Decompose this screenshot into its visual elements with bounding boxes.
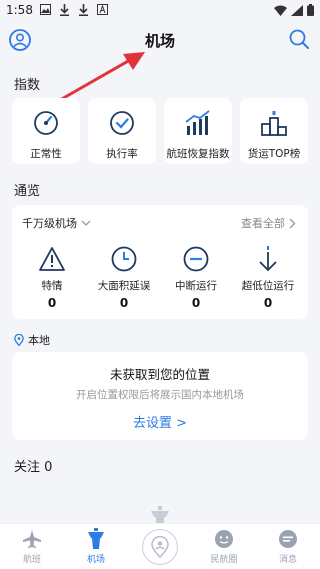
tower-icon — [88, 528, 104, 549]
index-card-label: 货运TOP榜 — [247, 148, 301, 160]
airport-filter-dropdown[interactable]: 千万级机场 — [22, 215, 91, 231]
gauge-icon — [34, 111, 58, 135]
bottom-nav: 航班 机场 民航圈 消息 — [0, 523, 320, 569]
view-all-label: 查看全部 — [241, 217, 285, 230]
index-card-label: 航班恢复指数 — [166, 148, 230, 160]
overview-card: 千万级机场 查看全部 特情 0 大面积延误 0 中断运行 0 超低位运行 0 — [12, 205, 308, 319]
minus-circle-icon — [183, 246, 209, 272]
overview-item-value: 0 — [47, 296, 57, 310]
overview-item-value: 0 — [263, 296, 273, 310]
download-icon — [60, 4, 69, 16]
app-a-icon — [97, 4, 108, 15]
local-section-label: 本地 — [14, 332, 50, 348]
wifi-icon — [274, 5, 287, 16]
local-label-text: 本地 — [28, 334, 50, 347]
status-time: 1:58 — [6, 3, 33, 17]
index-card-label: 执行率 — [106, 148, 138, 160]
index-card-label: 正常性 — [30, 148, 62, 160]
view-all-link[interactable]: 查看全部 — [241, 215, 296, 231]
nav-item-center[interactable] — [130, 528, 190, 565]
filter-label: 千万级机场 — [22, 217, 77, 230]
follow-section-title: 关注 0 — [14, 460, 53, 475]
index-cards: 正常性 执行率 航班恢复指数 货运TOP榜 — [12, 98, 308, 164]
chevron-right-icon — [289, 218, 296, 228]
index-card-normality[interactable]: 正常性 — [12, 98, 80, 164]
page-title: 机场 — [144, 32, 175, 50]
search-button[interactable] — [288, 28, 310, 50]
index-card-execution-rate[interactable]: 执行率 — [88, 98, 156, 164]
search-icon — [289, 29, 309, 49]
overview-item-value: 0 — [191, 296, 201, 310]
overview-item-special[interactable]: 特情 0 — [16, 245, 88, 310]
nav-label: 机场 — [86, 555, 105, 565]
signal-icon — [291, 4, 303, 16]
clock-icon — [111, 246, 137, 272]
circle-face-icon — [215, 530, 233, 548]
plane-icon — [23, 530, 41, 548]
nav-label: 民航圈 — [210, 555, 238, 565]
nav-item-flights[interactable]: 航班 — [2, 528, 62, 565]
system-icons — [274, 4, 314, 16]
go-settings-link[interactable]: 去设置 > — [12, 412, 308, 431]
arrow-down-icon — [259, 246, 277, 272]
index-card-recovery-index[interactable]: 航班恢复指数 — [164, 98, 232, 164]
overview-items: 特情 0 大面积延误 0 中断运行 0 超低位运行 0 — [12, 245, 308, 310]
overview-item-label: 超低位运行 — [241, 280, 295, 292]
center-button — [142, 528, 178, 565]
battery-icon — [307, 4, 314, 16]
nav-item-airport[interactable]: 机场 — [66, 528, 126, 565]
warning-icon — [39, 247, 65, 271]
download-icon — [79, 4, 88, 16]
nav-label: 消息 — [278, 555, 297, 565]
podium-icon — [261, 111, 287, 136]
index-card-cargo-top[interactable]: 货运TOP榜 — [240, 98, 308, 164]
tower-watermark-icon — [151, 506, 169, 524]
location-person-icon — [151, 535, 169, 558]
overview-section-title: 通览 — [14, 184, 41, 199]
bar-trend-icon — [185, 110, 210, 135]
overview-item-large-delay[interactable]: 大面积延误 0 — [88, 245, 160, 310]
location-pin-icon — [14, 334, 24, 346]
overview-item-value: 0 — [119, 296, 129, 310]
chevron-down-icon — [81, 220, 91, 226]
nav-label: 航班 — [22, 555, 41, 565]
overview-item-label: 中断运行 — [175, 280, 217, 292]
check-circle-icon — [110, 111, 134, 135]
overview-item-label: 特情 — [41, 280, 63, 292]
notification-icons — [40, 4, 108, 16]
local-location-card: 未获取到您的位置 开启位置权限后将展示国内本地机场 去设置 > — [12, 352, 308, 440]
status-bar: 1:58 — [0, 0, 320, 22]
overview-item-label: 大面积延误 — [97, 280, 151, 292]
top-header: 机场 — [0, 22, 320, 62]
nav-item-messages[interactable]: 消息 — [258, 528, 318, 565]
index-section-title: 指数 — [14, 78, 41, 93]
location-permission-hint: 开启位置权限后将展示国内本地机场 — [76, 389, 244, 401]
chat-icon — [279, 530, 297, 548]
overview-item-interruption[interactable]: 中断运行 0 — [160, 245, 232, 310]
location-unavailable-title: 未获取到您的位置 — [109, 367, 210, 382]
overview-item-ultra-low[interactable]: 超低位运行 0 — [232, 245, 304, 310]
image-icon — [40, 4, 51, 15]
nav-item-aviation-circle[interactable]: 民航圈 — [194, 528, 254, 565]
